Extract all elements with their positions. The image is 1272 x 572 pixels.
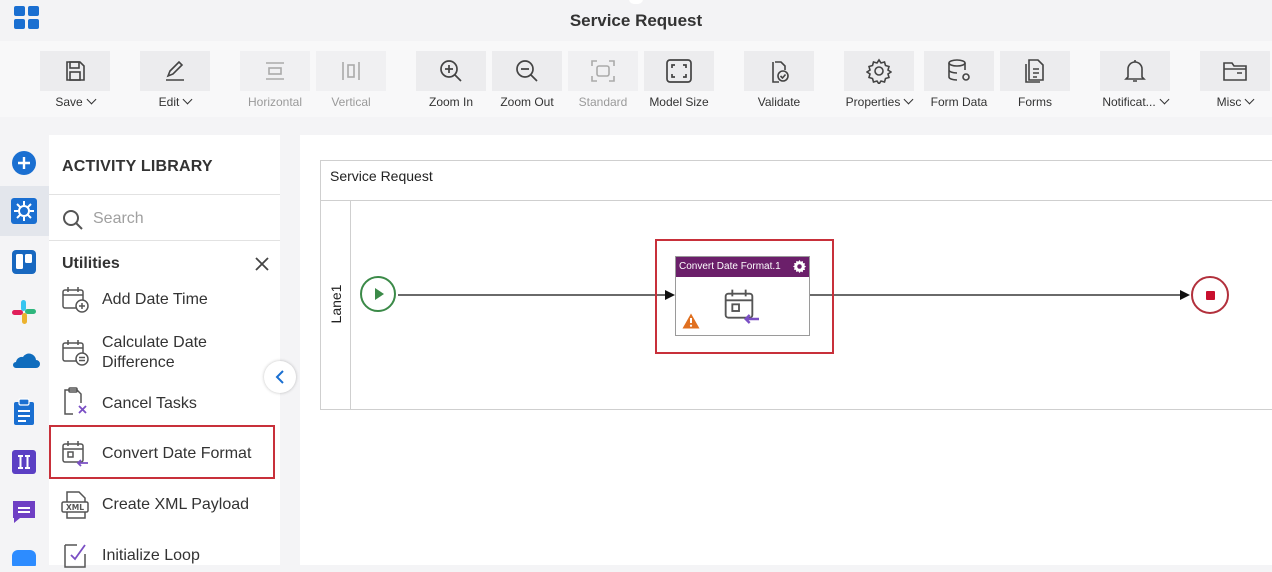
play-icon xyxy=(373,287,385,301)
activity-header: Convert Date Format.1 xyxy=(676,257,809,277)
start-event[interactable] xyxy=(360,276,396,312)
end-event[interactable] xyxy=(1191,276,1229,314)
warning-icon xyxy=(682,313,700,329)
activity-name: Convert Date Format.1 xyxy=(679,261,781,272)
calendar-convert-icon xyxy=(722,287,764,327)
activity-convert-date-format[interactable]: Convert Date Format.1 xyxy=(675,256,810,336)
gear-icon[interactable] xyxy=(793,260,806,273)
stop-icon xyxy=(1206,291,1215,300)
sequence-flows xyxy=(398,290,1190,300)
